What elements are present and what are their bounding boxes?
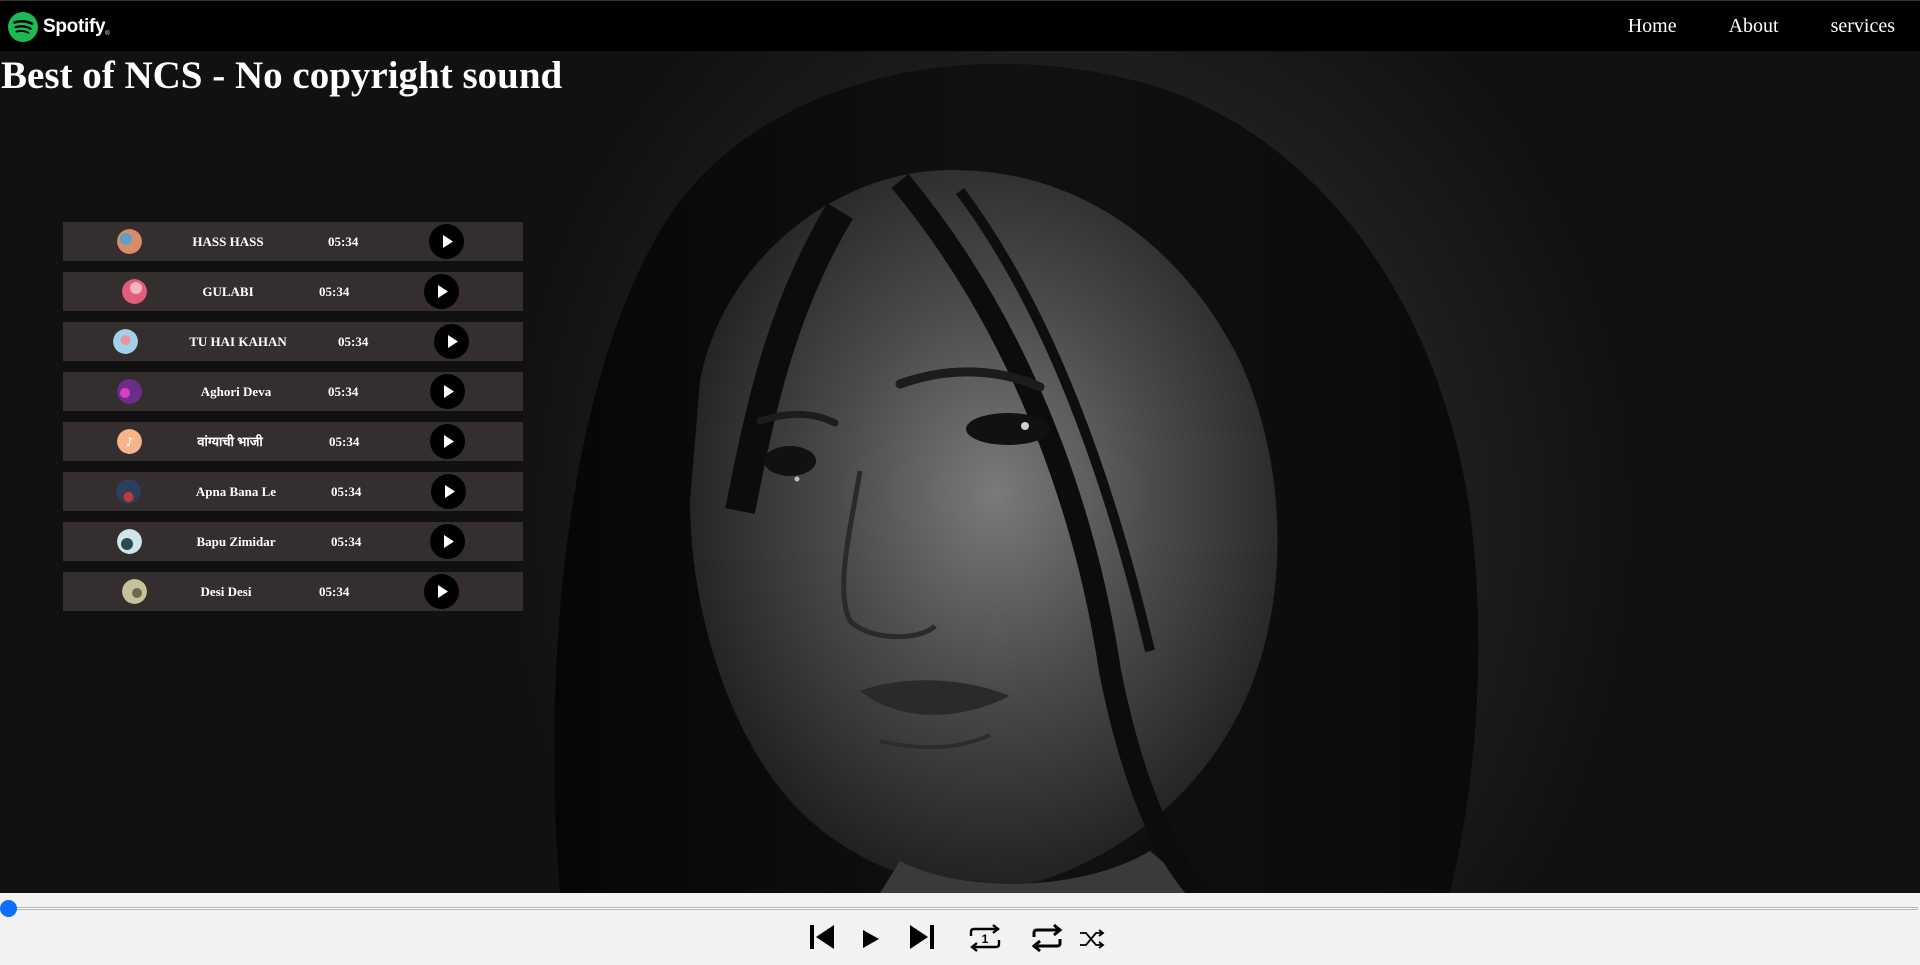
song-duration: 05:34 — [331, 534, 362, 549]
song-name: Aghori Deva — [200, 384, 272, 399]
play-icon[interactable] — [862, 929, 880, 949]
play-icon — [438, 285, 448, 298]
song-cover-image: ♪ — [117, 429, 142, 454]
song-cover-image — [122, 579, 147, 604]
song-list: HASS HASS 05:34 GULABI 05:34 TU HAI KAHA… — [63, 222, 523, 622]
spotify-logo-icon — [8, 12, 38, 42]
song-name: Apna Bana Le — [195, 484, 277, 499]
play-icon — [444, 435, 454, 448]
song-name: GULABI — [202, 284, 254, 299]
song-item[interactable]: Desi Desi 05:34 — [63, 572, 523, 611]
skip-forward-icon[interactable] — [908, 923, 936, 951]
song-duration: 05:34 — [328, 234, 359, 249]
song-cover-image — [117, 529, 142, 554]
play-icon — [445, 485, 455, 498]
song-name: Bapu Zimidar — [196, 534, 276, 549]
play-icon — [448, 335, 458, 348]
song-cover-image — [117, 379, 142, 404]
brand-name: Spotify — [43, 16, 106, 37]
song-play-button[interactable] — [430, 374, 465, 409]
song-duration: 05:34 — [329, 434, 360, 449]
song-cover-image — [117, 229, 142, 254]
song-play-button[interactable] — [434, 324, 469, 359]
song-duration: 05:34 — [319, 284, 350, 299]
svg-text:♪: ♪ — [126, 435, 134, 449]
song-play-button[interactable] — [431, 474, 466, 509]
song-item[interactable]: Apna Bana Le 05:34 — [63, 472, 523, 511]
page-title: Best of NCS - No copyright sound — [1, 54, 563, 97]
song-play-button[interactable] — [424, 574, 459, 609]
repeat-one-icon[interactable]: 1 — [966, 923, 1004, 953]
song-item[interactable]: GULABI 05:34 — [63, 272, 523, 311]
brand-trademark: ® — [105, 31, 110, 37]
song-play-button[interactable] — [430, 424, 465, 459]
nav-home-link[interactable]: Home — [1628, 15, 1677, 38]
song-name: वांग्याची भाजी — [197, 434, 263, 449]
nav-about-link[interactable]: About — [1729, 15, 1779, 38]
progress-bar[interactable] — [0, 900, 1918, 918]
song-item[interactable]: Bapu Zimidar 05:34 — [63, 522, 523, 561]
nav-services-link[interactable]: services — [1831, 15, 1895, 38]
svg-text:1: 1 — [982, 932, 989, 946]
play-icon — [438, 585, 448, 598]
song-name: Desi Desi — [200, 584, 252, 599]
shuffle-icon[interactable] — [1078, 927, 1106, 951]
song-duration: 05:34 — [331, 484, 362, 499]
repeat-icon[interactable] — [1030, 923, 1064, 953]
song-play-button[interactable] — [430, 524, 465, 559]
skip-back-icon[interactable] — [808, 923, 836, 951]
progress-track[interactable] — [8, 907, 1918, 910]
player-controls: 1 — [808, 923, 1118, 963]
song-item[interactable]: Aghori Deva 05:34 — [63, 372, 523, 411]
song-cover-image — [116, 479, 141, 504]
nav-links: Home About services — [1576, 1, 1895, 52]
song-play-button[interactable] — [429, 224, 464, 259]
song-cover-image — [122, 279, 147, 304]
song-item[interactable]: ♪ वांग्याची भाजी 05:34 — [63, 422, 523, 461]
progress-thumb[interactable] — [0, 900, 17, 917]
song-play-button[interactable] — [424, 274, 459, 309]
play-icon — [444, 535, 454, 548]
song-name: HASS HASS — [192, 234, 264, 249]
song-cover-image — [113, 329, 138, 354]
play-icon — [444, 385, 454, 398]
player-bar: 1 — [0, 893, 1920, 965]
song-duration: 05:34 — [319, 584, 350, 599]
navbar: Spotify ® Home About services — [0, 0, 1920, 51]
song-item[interactable]: HASS HASS 05:34 — [63, 222, 523, 261]
song-duration: 05:34 — [338, 334, 369, 349]
song-name: TU HAI KAHAN — [189, 334, 287, 349]
play-icon — [443, 235, 453, 248]
brand-logo[interactable]: Spotify ® — [7, 11, 110, 43]
song-item[interactable]: TU HAI KAHAN 05:34 — [63, 322, 523, 361]
song-duration: 05:34 — [328, 384, 359, 399]
